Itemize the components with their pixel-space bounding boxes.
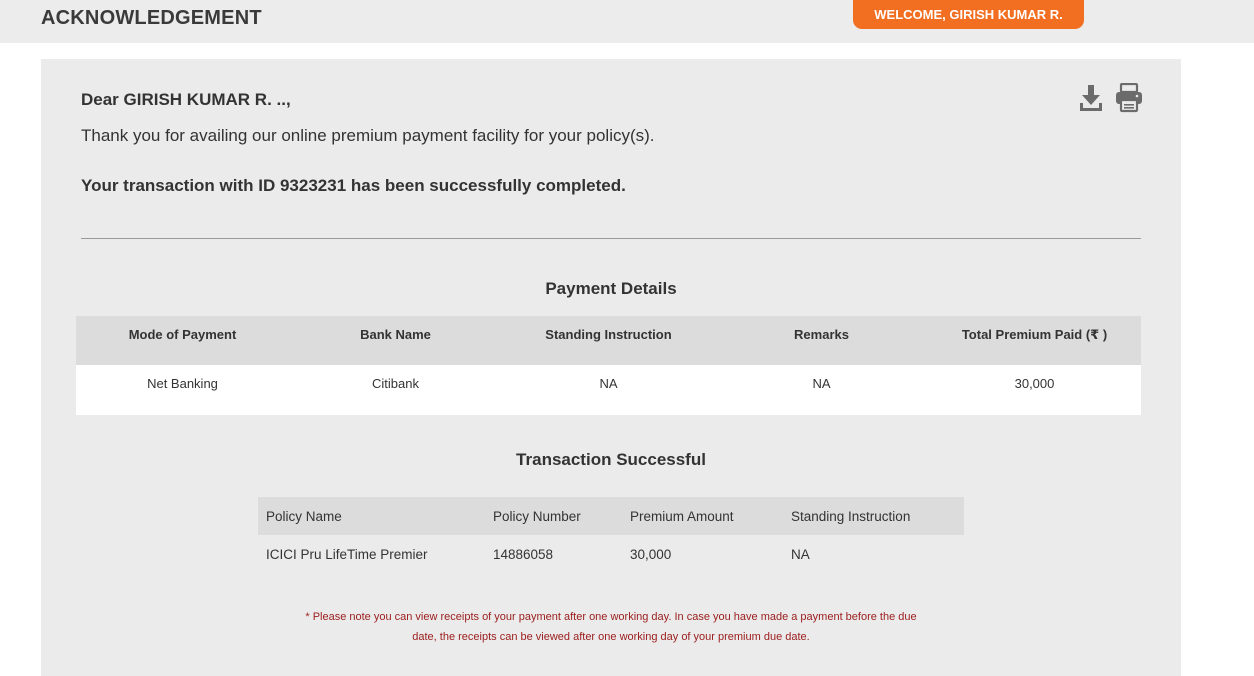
welcome-label: WELCOME, GIRISH KUMAR R.	[874, 7, 1063, 22]
page-title: ACKNOWLEDGEMENT	[41, 7, 262, 29]
table-header-row: Mode of Payment Bank Name Standing Instr…	[76, 316, 1141, 365]
receipt-note: * Please note you can view receipts of y…	[281, 607, 941, 647]
table-cell: NA	[715, 365, 928, 415]
table-header-row: Policy Name Policy Number Premium Amount…	[258, 497, 964, 535]
table-row: Net Banking Citibank NA NA 30,000	[76, 365, 1141, 415]
transaction-status-text: Your transaction with ID 9323231 has bee…	[81, 176, 626, 195]
premium-amount-cell: 30,000	[630, 546, 672, 562]
column-header: Remarks	[715, 316, 928, 365]
acknowledgement-card: Dear GIRISH KUMAR R. .., Thank you for a…	[41, 59, 1181, 676]
table-cell: NA	[502, 365, 715, 415]
top-bar: ACKNOWLEDGEMENT WELCOME, GIRISH KUMAR R.	[0, 0, 1254, 43]
divider	[81, 238, 1141, 239]
column-header: Total Premium Paid (₹ )	[928, 316, 1141, 365]
table-cell: Net Banking	[76, 365, 289, 415]
column-header: Mode of Payment	[76, 316, 289, 365]
column-header: Bank Name	[289, 316, 502, 365]
greeting-text: Dear GIRISH KUMAR R. ..,	[81, 90, 291, 109]
payment-details-table: Mode of Payment Bank Name Standing Instr…	[76, 316, 1141, 415]
print-icon[interactable]	[1114, 82, 1144, 118]
policy-table: Policy Name Policy Number Premium Amount…	[258, 497, 964, 573]
action-icons	[1078, 82, 1144, 113]
column-header: Standing Instruction	[502, 316, 715, 365]
receipt-note-line: * Please note you can view receipts of y…	[305, 611, 917, 623]
column-header: Policy Name	[258, 497, 485, 535]
column-header: Premium Amount	[622, 497, 783, 535]
transaction-successful-title: Transaction Successful	[516, 450, 706, 469]
policy-name-cell: ICICI Pru LifeTime Premier	[266, 546, 428, 562]
table-cell: Citibank	[289, 365, 502, 415]
thanks-text: Thank you for availing our online premiu…	[81, 126, 655, 145]
table-row: ICICI Pru LifeTime Premier 14886058 30,0…	[258, 535, 964, 573]
column-header: Standing Instruction	[783, 497, 964, 535]
payment-details-title: Payment Details	[545, 279, 677, 298]
standing-instruction-cell: NA	[791, 546, 810, 562]
policy-number-cell: 14886058	[493, 546, 554, 562]
column-header: Policy Number	[485, 497, 622, 535]
welcome-badge[interactable]: WELCOME, GIRISH KUMAR R.	[853, 0, 1084, 29]
receipt-note-line: date, the receipts can be viewed after o…	[412, 631, 810, 643]
download-icon[interactable]	[1078, 83, 1106, 118]
table-cell: 30,000	[928, 365, 1141, 415]
